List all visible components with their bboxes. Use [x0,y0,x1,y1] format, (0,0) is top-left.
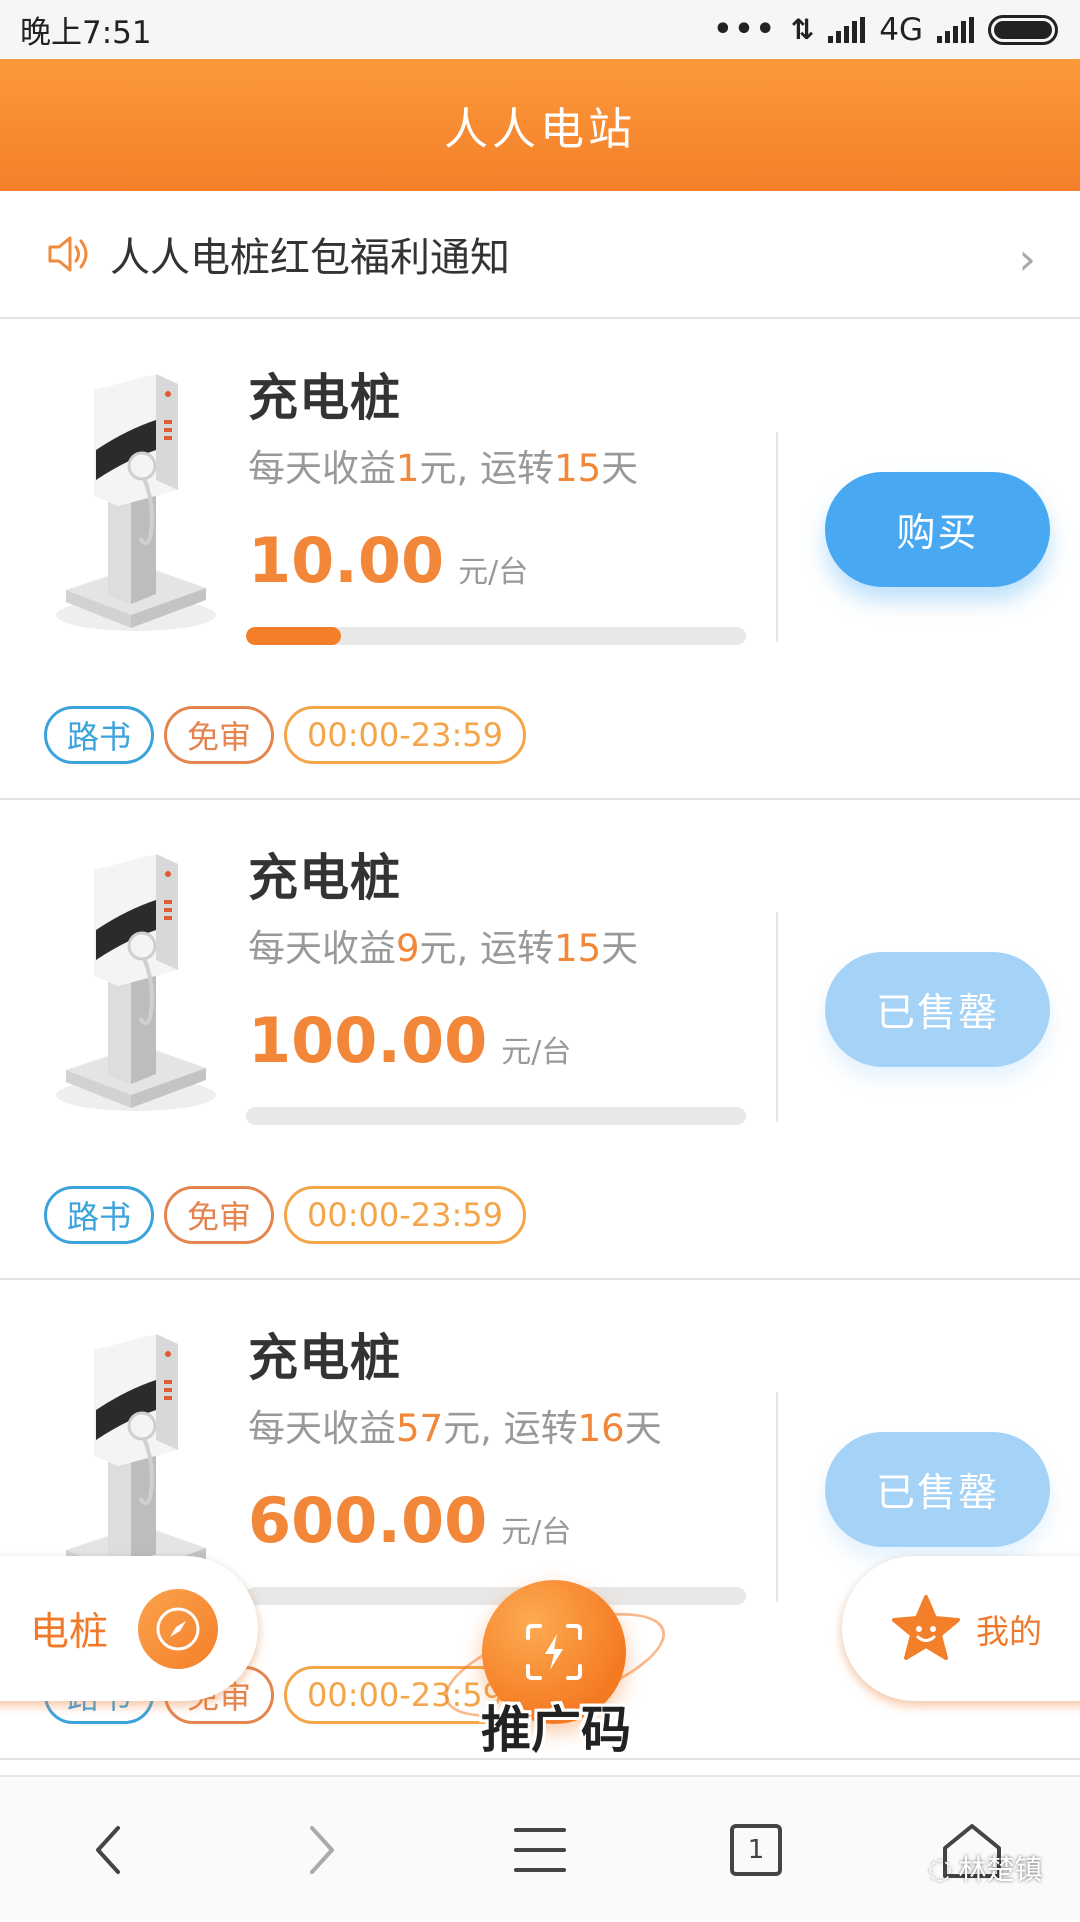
sold-out-button[interactable]: 已售罄 [825,1432,1050,1547]
desc-mid: 元, 运转 [443,1407,578,1450]
buy-button[interactable]: 购买 [825,472,1050,587]
product-card: 充电桩 每天收益1元, 运转15天 10.00 元/台 购买 路书 免审 00:00… [0,320,1080,800]
tab-count-box: 1 [730,1823,782,1876]
sales-progress-bar [246,627,746,645]
menu-button[interactable] [480,1777,600,1922]
data-transfer-icon: ⇅ [790,13,815,46]
product-title: 充电桩 [248,369,401,427]
tag: 路书 [44,1186,155,1244]
notice-text: 人人电桩红包福利通知 [110,235,510,281]
sold-out-button[interactable]: 已售罄 [825,952,1050,1067]
product-card: 充电桩 每天收益9元, 运转15天 100.00 元/台 已售罄 路书 免审 00:… [0,800,1080,1280]
run-days: 16 [577,1407,625,1450]
product-title: 充电桩 [248,1329,401,1387]
desc-prefix: 每天收益 [248,927,396,970]
tag: 00:00-23:59 [284,706,527,764]
app-header: 人人电站 [0,59,1080,191]
vertical-divider [776,1392,778,1602]
nav-mine[interactable]: 我的 [842,1556,1080,1701]
tag: 免审 [164,1186,275,1244]
page-title: 人人电站 [444,104,636,155]
product-price: 600.00 [248,1484,488,1557]
product-price: 10.00 [248,524,445,597]
tab-count: 1 [747,1834,765,1865]
battery-icon [988,14,1058,45]
price-unit: 元/台 [501,1035,572,1070]
daily-income: 57 [396,1407,444,1450]
back-button[interactable] [48,1777,168,1922]
scan-bolt-icon [526,1624,582,1680]
sales-progress-bar [246,1107,746,1125]
more-dots-icon: ••• [713,12,777,47]
notice-bar[interactable]: 人人电桩红包福利通知 › [0,191,1080,319]
price-unit: 元/台 [458,555,529,590]
nav-charger[interactable]: 电桩 [0,1556,258,1701]
hamburger-icon [514,1827,566,1872]
sales-progress-bar [246,1587,746,1605]
network-type: 4G [879,11,923,48]
product-description: 每天收益9元, 运转15天 [248,918,638,972]
desc-prefix: 每天收益 [248,447,396,490]
promo-code-label: 推广码 [481,1701,631,1759]
compass-icon [138,1588,219,1669]
status-time: 晚上7:51 [20,15,152,51]
product-description: 每天收益57元, 运转16天 [248,1398,662,1452]
star-icon [892,1594,960,1660]
charger-image [46,850,216,1120]
desc-suffix: 天 [601,447,639,490]
vertical-divider [776,912,778,1122]
product-title: 充电桩 [248,849,401,907]
product-price: 100.00 [248,1004,488,1077]
price-unit: 元/台 [501,1515,572,1550]
tag: 路书 [44,706,155,764]
chevron-right-icon: › [1018,233,1036,285]
nav-mine-label: 我的 [976,1611,1042,1651]
speaker-icon [48,236,88,272]
chevron-left-icon [96,1825,120,1874]
price-row: 600.00 元/台 [248,1484,571,1557]
tag: 免审 [164,706,275,764]
daily-income: 9 [396,927,420,970]
desc-suffix: 天 [624,1407,662,1450]
desc-prefix: 每天收益 [248,1407,396,1450]
product-description: 每天收益1元, 运转15天 [248,438,638,492]
browser-toolbar: 1 [0,1775,1080,1920]
status-bar: 晚上7:51 ••• ⇅ 4G [0,0,1080,59]
status-icons: ••• ⇅ 4G [713,12,1058,48]
sales-progress-fill [246,627,341,645]
forward-button[interactable] [262,1777,382,1922]
run-days: 15 [554,447,602,490]
price-row: 10.00 元/台 [248,524,528,597]
nav-charger-label: 电桩 [30,1609,109,1655]
price-row: 100.00 元/台 [248,1004,571,1077]
tabs-button[interactable]: 1 [696,1777,816,1922]
watermark: ◌ 林楚镇 [928,1848,1042,1888]
vertical-divider [776,432,778,642]
desc-suffix: 天 [601,927,639,970]
desc-mid: 元, 运转 [419,447,555,490]
wechat-icon: ◌ [928,1851,953,1885]
tag-list: 路书免审00:00-23:59 [44,1186,527,1244]
run-days: 15 [554,927,602,970]
watermark-text: 林楚镇 [958,1853,1043,1886]
daily-income: 1 [396,447,420,490]
signal-icon [828,16,866,43]
desc-mid: 元, 运转 [419,927,555,970]
charger-image [46,370,216,640]
chevron-right-icon [310,1825,334,1874]
tag: 00:00-23:59 [284,1186,527,1244]
tag-list: 路书免审00:00-23:59 [44,706,527,764]
signal-icon-2 [937,16,974,43]
